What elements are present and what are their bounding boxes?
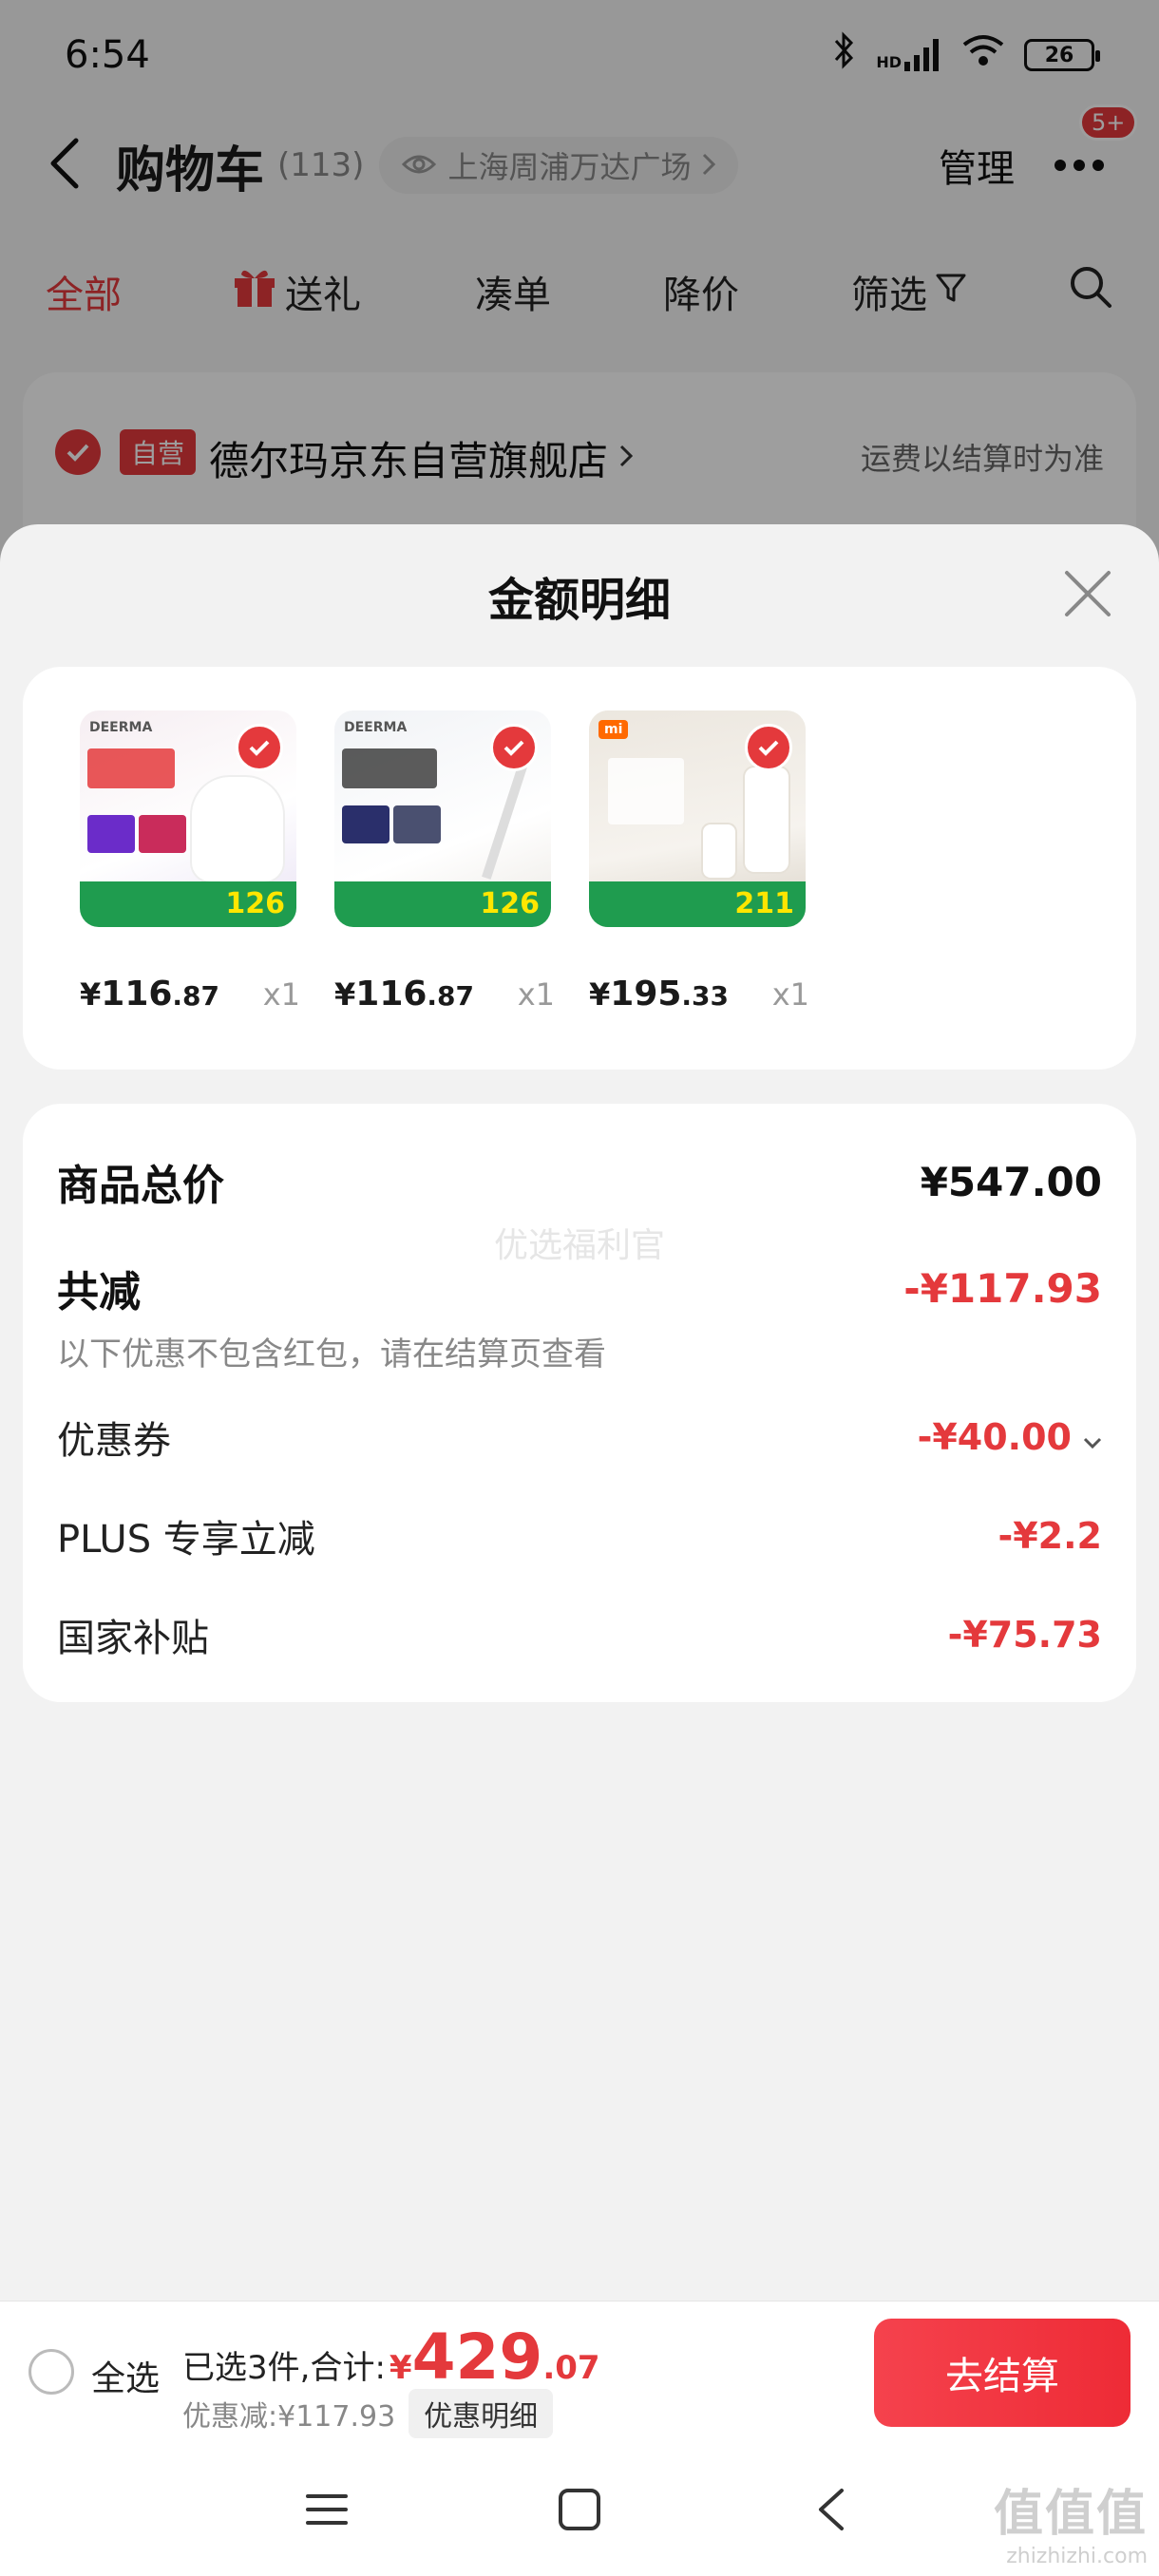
checkout-bar: 全选 已选3件,合计: ¥ 429 .07 优惠减:¥117.93 优惠明细 去… <box>0 2301 1159 2443</box>
total-reduction-row: 共减 -¥117.93 <box>57 1258 1102 1318</box>
product-item[interactable]: mi 211 ¥ 195 .33 x1 <box>589 710 809 1033</box>
discount-detail-button[interactable]: 优惠明细 <box>408 2389 554 2438</box>
item-checkbox[interactable] <box>236 724 283 771</box>
price-integer: 116 <box>355 975 428 1013</box>
selected-summary: 已选3件,合计: <box>182 2349 386 2387</box>
product-item[interactable]: DEERMA 126 ¥ 116 .87 x1 <box>334 710 555 1033</box>
item-price-row: ¥ 116 .87 x1 <box>80 975 300 1013</box>
price-decimal: .87 <box>172 980 220 1012</box>
close-icon[interactable] <box>1062 568 1113 623</box>
price-symbol: ¥ <box>334 976 356 1013</box>
total-price-value: ¥547.00 <box>920 1158 1102 1205</box>
price-integer: 116 <box>101 975 173 1013</box>
discount-amount: 优惠减:¥117.93 <box>182 2400 396 2434</box>
site-logo: 值值值 <box>993 2486 1148 2543</box>
banner-price: 126 <box>480 887 540 920</box>
brand-label: DEERMA <box>89 720 153 735</box>
site-watermark: 值值值 zhizhizhi.com <box>994 2473 1148 2568</box>
product-image: DEERMA 126 <box>80 710 296 927</box>
checkout-button[interactable]: 去结算 <box>874 2319 1130 2427</box>
price-decimal: .33 <box>681 980 730 1012</box>
price-decimal: .87 <box>427 980 475 1012</box>
total-price-label: 商品总价 <box>57 1162 224 1210</box>
select-all-label[interactable]: 全选 <box>91 2351 160 2400</box>
price-summary-card: 优选福利官 商品总价 ¥547.00 共减 -¥117.93 以下优惠不包含红包… <box>23 1104 1136 1702</box>
item-quantity: x1 <box>517 976 555 1013</box>
system-nav-bar: 值值值 zhizhizhi.com <box>0 2443 1159 2576</box>
home-icon[interactable] <box>555 2485 604 2538</box>
back-icon[interactable] <box>808 2485 857 2538</box>
item-price-row: ¥ 116 .87 x1 <box>334 975 555 1013</box>
plus-discount-value: -¥2.2 <box>998 1515 1102 1557</box>
banner-price: 126 <box>225 887 285 920</box>
product-image: mi 211 <box>589 710 806 927</box>
total-currency: ¥ <box>389 2349 412 2387</box>
total-reduction-label: 共减 <box>57 1268 141 1316</box>
total-amount-integer: 429 <box>411 2320 543 2394</box>
item-price-row: ¥ 195 .33 x1 <box>589 975 809 1013</box>
plus-discount-label: PLUS 专享立减 <box>57 1518 315 1562</box>
national-subsidy-value: -¥75.73 <box>947 1614 1102 1656</box>
total-reduction-value: -¥117.93 <box>903 1264 1102 1312</box>
selected-items-card: DEERMA 126 ¥ 116 .87 x1 DEERMA 126 ¥ 116… <box>23 667 1136 1070</box>
chevron-down-icon[interactable] <box>1083 1416 1102 1458</box>
product-image: DEERMA 126 <box>334 710 551 927</box>
select-all-checkbox[interactable] <box>28 2349 74 2395</box>
national-subsidy-label: 国家补贴 <box>57 1617 209 1660</box>
reduction-note: 以下优惠不包含红包，请在结算页查看 <box>57 1335 606 1373</box>
price-integer: 195 <box>610 975 682 1013</box>
brand-label: mi <box>598 720 629 739</box>
sheet-title: 金额明细 <box>487 574 671 627</box>
total-line: 已选3件,合计: ¥ 429 .07 <box>182 2320 600 2394</box>
amount-detail-sheet: 金额明细 DEERMA 126 ¥ 116 .87 x1 DEERMA 126 … <box>0 524 1159 2301</box>
total-price-row: 商品总价 ¥547.00 <box>57 1151 1102 1212</box>
product-item[interactable]: DEERMA 126 ¥ 116 .87 x1 <box>80 710 300 1033</box>
national-subsidy-row: 国家补贴 -¥75.73 <box>57 1607 1102 1662</box>
item-quantity: x1 <box>771 976 809 1013</box>
coupon-value-wrap: -¥40.00 <box>918 1416 1102 1458</box>
coupon-value: -¥40.00 <box>917 1416 1072 1458</box>
item-checkbox[interactable] <box>490 724 538 771</box>
coupon-label: 优惠券 <box>57 1419 171 1463</box>
item-checkbox[interactable] <box>745 724 792 771</box>
banner-price: 211 <box>734 887 794 920</box>
brand-label: DEERMA <box>344 720 408 735</box>
item-quantity: x1 <box>262 976 300 1013</box>
total-amount-decimal: .07 <box>542 2349 600 2387</box>
site-url: zhizhizhi.com <box>1006 2545 1148 2568</box>
price-symbol: ¥ <box>589 976 611 1013</box>
menu-icon[interactable] <box>302 2485 352 2538</box>
discount-line: 优惠减:¥117.93 优惠明细 <box>182 2389 554 2438</box>
coupon-row[interactable]: 优惠券 -¥40.00 <box>57 1410 1102 1465</box>
price-symbol: ¥ <box>80 976 102 1013</box>
plus-discount-row: PLUS 专享立减 -¥2.2 <box>57 1508 1102 1563</box>
